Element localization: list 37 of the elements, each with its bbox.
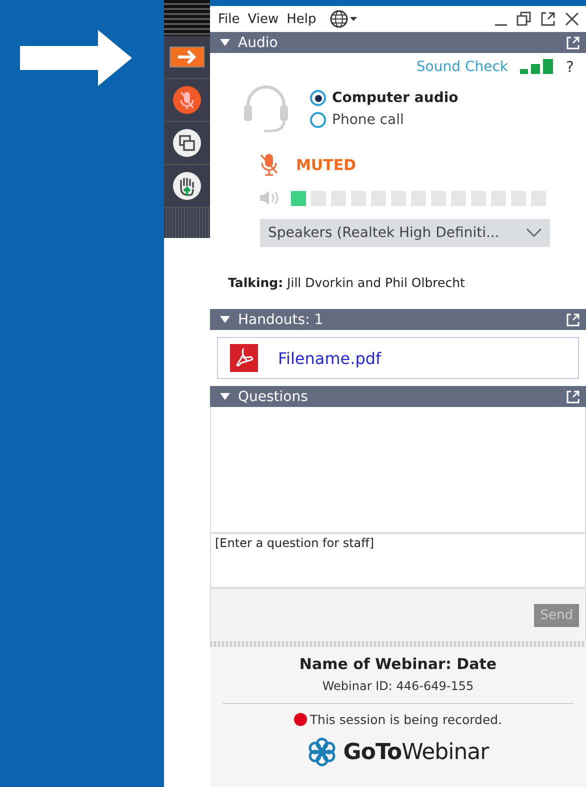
flower-logo-icon (307, 737, 338, 767)
handout-file[interactable]: Filename.pdf (217, 337, 579, 379)
speaker-icon (259, 189, 281, 207)
pdf-icon (230, 344, 258, 372)
audio-option[interactable]: Computer audio (310, 90, 458, 106)
section-title: Audio (238, 34, 279, 50)
muted-microphone-icon (260, 153, 278, 177)
windows-icon[interactable] (172, 128, 202, 158)
logo-text: GoToWebinar (343, 740, 489, 764)
recording-notice: This session is being recorded. (310, 712, 502, 727)
toolbar-grip (164, 0, 210, 36)
section-header[interactable]: Handouts: 1 (210, 309, 586, 330)
raise-hand-icon[interactable] (172, 171, 202, 201)
chevron-down-icon (526, 228, 542, 238)
popout-icon[interactable] (540, 11, 556, 27)
restore-icon[interactable] (516, 11, 532, 27)
question-input[interactable]: [Enter a question for staff] (211, 532, 585, 589)
section-header[interactable]: Audio (210, 32, 586, 53)
section-title: Questions (238, 388, 309, 404)
talking-text: Talking: Jill Dvorkin and Phil Olbrecht (228, 275, 466, 290)
help-icon[interactable]: ? (566, 58, 574, 76)
recording-dot-icon (294, 713, 307, 726)
menu-item[interactable]: Help (286, 12, 316, 26)
menu-item[interactable]: File (218, 12, 240, 26)
close-icon[interactable] (564, 11, 580, 27)
muted-microphone-icon[interactable] (172, 85, 202, 115)
toolbar-grip (164, 208, 210, 238)
section-header[interactable]: Questions (210, 386, 586, 407)
signal-bars-icon (520, 59, 554, 75)
audio-option[interactable]: Phone call (310, 112, 458, 128)
section-title: Handouts: 1 (238, 312, 324, 328)
muted-label: MUTED (296, 156, 356, 174)
menu-item[interactable]: View (248, 12, 279, 26)
speaker-dropdown[interactable]: Speakers (Realtek High Definiti... (260, 219, 550, 247)
webinar-name: Name of Webinar: Date (299, 655, 497, 673)
webinar-id: Webinar ID: 446-649-155 (322, 679, 474, 693)
arrow-icon (20, 30, 132, 86)
